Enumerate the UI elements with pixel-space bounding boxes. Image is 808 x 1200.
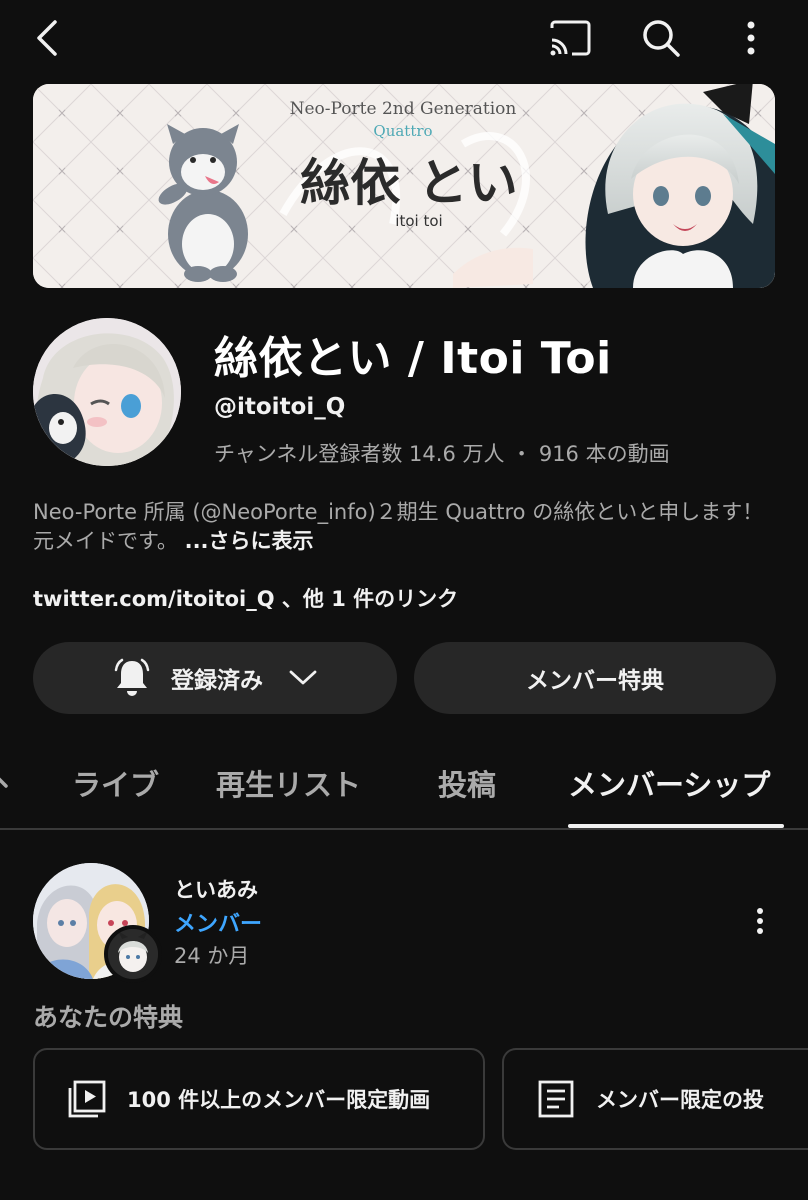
channel-links[interactable]: twitter.com/itoitoi_Q 、他 1 件のリンク <box>33 583 458 613</box>
channel-handle: @itoitoi_Q <box>214 394 346 420</box>
show-more-link[interactable]: ...さらに表示 <box>185 529 314 553</box>
perk-label-posts: メンバー限定の投 <box>596 1088 764 1112</box>
bell-icon <box>113 658 151 698</box>
post-icon <box>534 1077 578 1121</box>
banner-title: 絲依 とい <box>300 154 517 212</box>
banner-headline: Neo-Porte 2nd Generation <box>290 99 517 119</box>
cast-icon[interactable] <box>546 14 594 62</box>
channel-stats: チャンネル登録者数 14.6 万人 ・ 916 本の動画 <box>214 442 670 466</box>
perks-title: あなたの特典 <box>33 1003 184 1032</box>
top-bar <box>0 0 808 80</box>
membership-perks-label: メンバー特典 <box>526 668 664 694</box>
tab-previous-partial[interactable] <box>0 762 8 803</box>
perk-label-videos: 100 件以上のメンバー限定動画 <box>127 1088 431 1112</box>
channel-description[interactable]: Neo-Porte 所属 (@NeoPorte_info)２期生 Quattro… <box>33 498 773 556</box>
membership-perks-button[interactable]: メンバー特典 <box>414 642 776 714</box>
channel-banner: × <box>33 84 775 288</box>
description-text: Neo-Porte 所属 (@NeoPorte_info)２期生 Quattro… <box>33 500 764 553</box>
banner-unit: Quattro <box>373 122 432 140</box>
back-icon[interactable] <box>24 14 72 62</box>
channel-avatar[interactable] <box>33 318 181 466</box>
tabs-divider <box>0 828 808 830</box>
member-badge-icon <box>104 925 162 983</box>
member-duration: 24 か月 <box>174 944 250 968</box>
channel-name: 絲依とい / Itoi Toi <box>214 333 612 384</box>
subscribed-label: 登録済み <box>171 668 263 694</box>
channel-tabs: ライブ 再生リスト 投稿 メンバーシップ <box>0 740 808 830</box>
subscribed-button[interactable]: 登録済み <box>33 642 397 714</box>
tab-posts[interactable]: 投稿 <box>438 762 496 804</box>
tab-playlists[interactable]: 再生リスト <box>216 762 361 804</box>
perk-card-posts[interactable]: メンバー限定の投 <box>502 1048 808 1150</box>
member-level: メンバー <box>174 912 263 937</box>
banner-romaji: itoi toi <box>395 212 442 230</box>
member-more-icon[interactable] <box>744 903 776 939</box>
chevron-down-icon <box>289 670 317 686</box>
tab-membership[interactable]: メンバーシップ <box>568 762 770 804</box>
search-icon[interactable] <box>637 14 685 62</box>
perk-card-videos[interactable]: 100 件以上のメンバー限定動画 <box>33 1048 485 1150</box>
more-vert-icon[interactable] <box>727 14 775 62</box>
member-name: といあみ <box>174 878 258 902</box>
tab-live[interactable]: ライブ <box>72 762 159 804</box>
video-library-icon <box>65 1077 109 1121</box>
